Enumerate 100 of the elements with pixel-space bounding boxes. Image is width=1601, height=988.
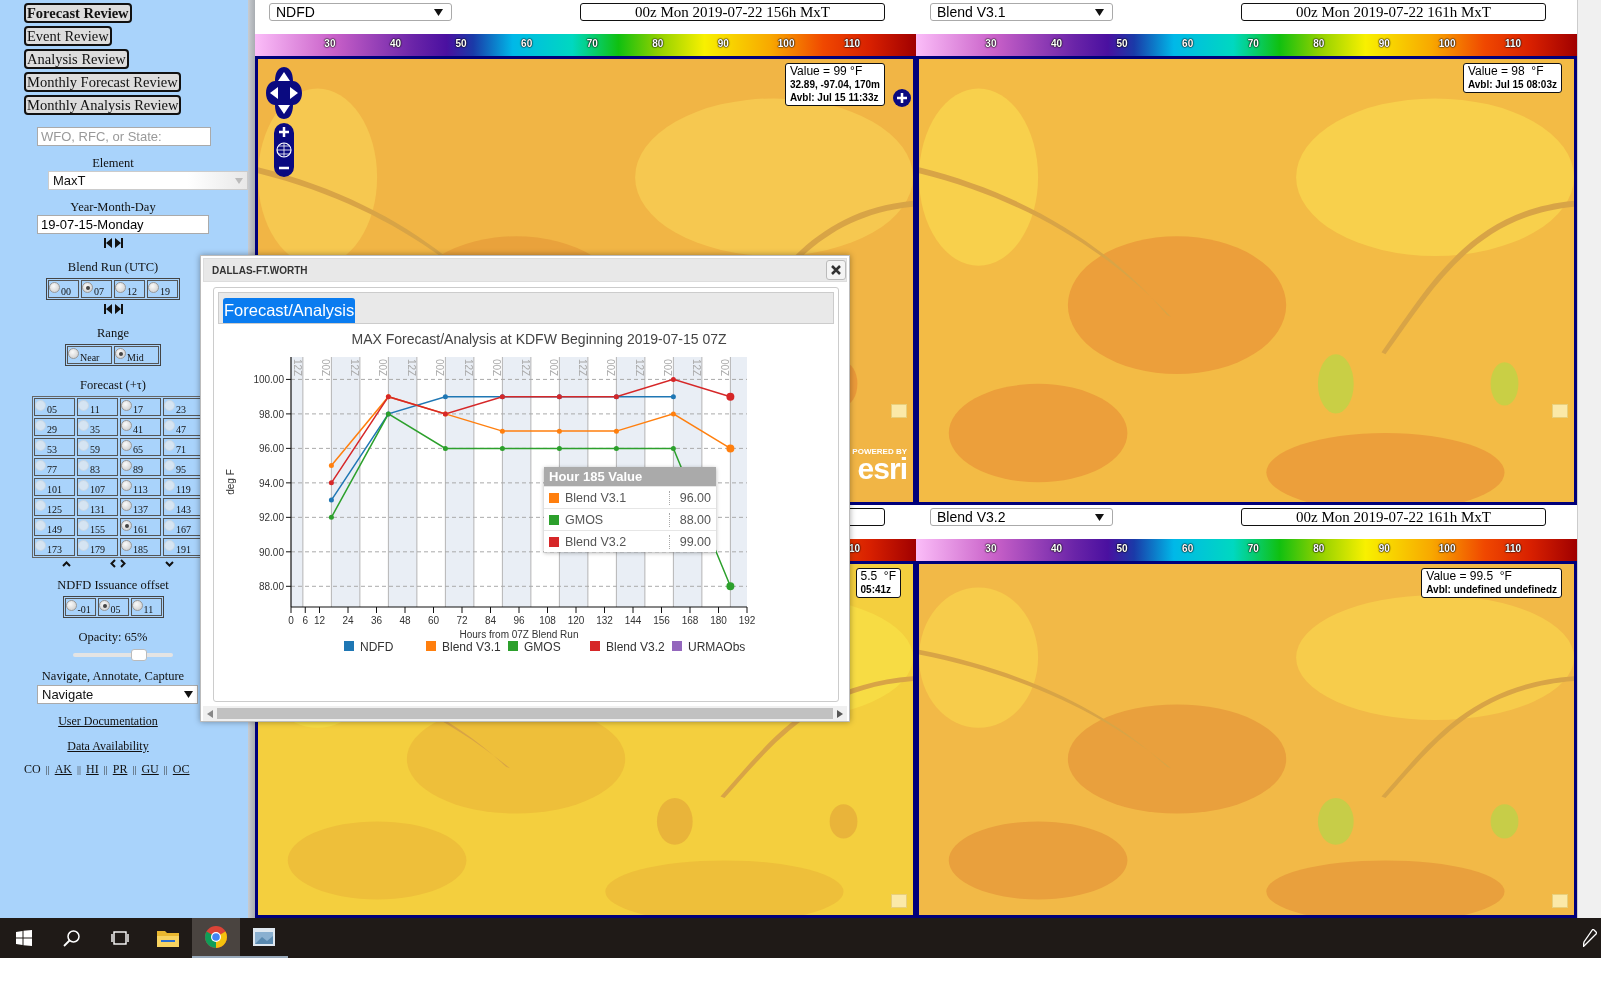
radio-button[interactable] (98, 600, 110, 611)
layer-dropdown[interactable]: NDFD (269, 3, 452, 21)
radio-option[interactable]: Mid (114, 346, 159, 364)
chevron-left-icon[interactable] (110, 559, 116, 568)
radio-button[interactable] (121, 480, 132, 491)
region-link[interactable]: OC (172, 762, 190, 777)
radio-button[interactable] (65, 600, 77, 611)
date-field[interactable]: 19-07-15-Monday (37, 215, 209, 234)
review-button[interactable]: Forecast Review (24, 3, 132, 23)
region-link[interactable]: GU (141, 762, 159, 777)
data-point (499, 445, 505, 451)
element-dropdown[interactable]: MaxT (48, 171, 248, 190)
radio-option[interactable]: Near (67, 346, 112, 364)
legend-label[interactable]: Blend V3.2 (606, 640, 665, 654)
radio-button[interactable] (115, 348, 126, 359)
map-corner-button[interactable] (891, 404, 907, 418)
radio-button[interactable] (148, 282, 159, 293)
radio-option[interactable]: 113 (120, 478, 161, 496)
radio-option[interactable]: 07 (81, 280, 112, 298)
scale-label: 110 (1504, 38, 1522, 50)
radio-button[interactable] (131, 600, 143, 611)
radio-button[interactable] (82, 282, 93, 293)
region-link[interactable]: AK (54, 762, 73, 777)
scale-label: 90 (1378, 38, 1390, 50)
value-text: Value = 99 °F (789, 65, 864, 78)
radio-button[interactable] (121, 500, 132, 511)
x-tick-label: 60 (427, 615, 440, 626)
data-point (726, 392, 735, 401)
review-button[interactable]: Monthly Forecast Review (24, 72, 181, 92)
time-annotation: 12Z (291, 359, 303, 377)
scale-label: 40 (389, 38, 402, 50)
radio-option[interactable]: -01 (64, 598, 96, 616)
radio-button[interactable] (68, 348, 79, 359)
review-button[interactable]: Analysis Review (24, 49, 129, 69)
data-point (726, 582, 735, 591)
radio-option[interactable]: 65 (120, 438, 161, 456)
previous-icon[interactable] (103, 304, 112, 314)
scale-label: 40 (1050, 543, 1063, 555)
next-icon[interactable] (114, 304, 123, 314)
search-field[interactable]: WFO, RFC, or State: (37, 127, 211, 146)
review-button[interactable]: Event Review (24, 26, 112, 46)
legend-label[interactable]: GMOS (524, 640, 561, 654)
radio-button[interactable] (121, 520, 132, 531)
map-corner-button[interactable] (1552, 404, 1568, 418)
zoom-control-icon[interactable] (274, 123, 294, 177)
previous-icon[interactable] (103, 238, 112, 248)
radio-option[interactable]: 89 (120, 458, 161, 476)
radio-button[interactable] (121, 440, 132, 451)
radio-option[interactable]: 41 (120, 418, 161, 436)
radio-option[interactable]: 161 (120, 518, 161, 536)
radio-option[interactable]: 137 (120, 498, 161, 516)
field-label: Year-Month-Day (69, 200, 157, 215)
radio-button[interactable] (121, 460, 132, 471)
legend-label[interactable]: Blend V3.1 (442, 640, 501, 654)
slider-thumb[interactable] (131, 649, 147, 661)
radio-option[interactable]: 19 (147, 280, 178, 298)
next-icon[interactable] (114, 238, 123, 248)
scroll-left-icon[interactable] (207, 709, 213, 718)
link[interactable]: Data Availability (0, 739, 216, 754)
time-annotation: 12Z (519, 359, 531, 377)
pan-control-icon[interactable] (266, 67, 302, 119)
radio-option[interactable]: 00 (48, 280, 79, 298)
pen-icon[interactable] (1583, 929, 1597, 947)
y-axis-label: deg F (225, 469, 236, 495)
chevron-down-icon[interactable] (165, 560, 174, 567)
radio-option[interactable]: 05 (97, 598, 129, 616)
layer-dropdown[interactable]: Blend V3.2 (930, 508, 1113, 526)
radio-option[interactable]: 12 (114, 280, 145, 298)
legend-label[interactable]: NDFD (360, 640, 394, 654)
radio-option[interactable]: 11 (130, 598, 162, 616)
chevron-up-icon[interactable] (62, 560, 71, 567)
scroll-thumb[interactable] (217, 708, 833, 719)
x-tick-label: 108 (539, 615, 556, 626)
legend-label[interactable]: URMAObs (688, 640, 746, 654)
layer-dropdown[interactable]: Blend V3.1 (930, 3, 1113, 21)
horizontal-scrollbar[interactable] (203, 706, 847, 721)
region-link[interactable]: PR (112, 762, 128, 777)
scale-label: 80 (652, 38, 664, 50)
review-button[interactable]: Monthly Analysis Review (24, 95, 182, 115)
chevron-right-icon[interactable] (120, 559, 126, 568)
radio-button[interactable] (121, 400, 132, 411)
radio-button[interactable] (49, 282, 60, 293)
map-corner-button[interactable] (1552, 894, 1568, 908)
radio-button[interactable] (115, 282, 126, 293)
radio-button[interactable] (121, 540, 132, 551)
radio-option[interactable]: 185 (120, 538, 161, 556)
data-point (726, 444, 735, 453)
x-tick-label: 12 (313, 615, 326, 626)
map-corner-button[interactable] (891, 894, 907, 908)
tab[interactable]: Forecast/Analysis (223, 298, 356, 323)
region-link[interactable]: HI (86, 762, 99, 777)
scale-label: 50 (1116, 543, 1128, 555)
scrollbar[interactable] (1577, 0, 1601, 918)
time-annotation: 00Z (662, 359, 674, 377)
close-button[interactable] (826, 260, 846, 280)
radio-button[interactable] (121, 420, 132, 431)
radio-option[interactable]: 17 (120, 398, 161, 416)
mode-dropdown[interactable]: Navigate (37, 685, 198, 704)
caret-icon (1095, 8, 1104, 16)
scroll-right-icon[interactable] (837, 709, 843, 718)
